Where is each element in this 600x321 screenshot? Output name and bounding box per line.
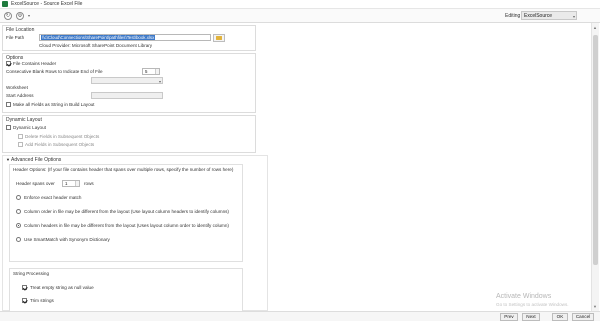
- cloud-provider-text: Cloud Provider: Microsoft SharePoint Doc…: [39, 43, 153, 48]
- make-all-string-label: Make all Fields as String in Build Layou…: [13, 102, 95, 107]
- excel-app-icon: [2, 1, 8, 7]
- prev-button[interactable]: Prev: [500, 313, 518, 321]
- header-options-group: Header Options: (If your file contains h…: [9, 164, 243, 262]
- chevron-down-icon: ▾: [158, 79, 161, 84]
- advanced-options-section: ▼ Advanced File Options Header Options: …: [2, 155, 268, 311]
- browse-folder-button[interactable]: [213, 34, 225, 42]
- add-fields-checkbox[interactable]: [18, 142, 23, 147]
- circle-arrow-icon[interactable]: ↻: [4, 11, 12, 20]
- header-spans-value: 1: [65, 181, 68, 186]
- blank-rows-stepper[interactable]: 5: [142, 68, 160, 75]
- header-options-note: Header Options: (If your file contains h…: [13, 167, 234, 172]
- chevron-down-icon: ▾: [572, 14, 575, 19]
- radio-column-order[interactable]: [16, 209, 21, 214]
- dynamic-layout-checkbox[interactable]: [6, 125, 11, 130]
- radio-label-column-headers: Column headers in file may be different …: [24, 223, 229, 228]
- blank-rows-label: Consecutive Blank Rows to Indicate End o…: [6, 69, 103, 74]
- string-processing-heading: String Processing: [13, 271, 50, 276]
- string-processing-group: String Processing Treat empty string as …: [9, 268, 243, 311]
- editing-select[interactable]: ExcelSource ▾: [521, 11, 577, 20]
- dynamic-layout-heading: Dynamic Layout: [6, 117, 42, 123]
- toolbar: ↻ ⚙ ▾ Editing ExcelSource ▾: [0, 9, 600, 23]
- radio-column-headers[interactable]: [16, 223, 21, 228]
- scroll-up-icon[interactable]: ▲: [593, 25, 597, 30]
- dialog-button-bar: Prev Next OK Cancel: [0, 311, 600, 321]
- file-path-input[interactable]: \\c\Cloud\Connections\SharePoint\pathfil…: [39, 34, 211, 41]
- header-spans-stepper[interactable]: 1: [62, 180, 80, 187]
- advanced-options-heading: Advanced File Options: [11, 157, 62, 163]
- circle-settings-icon[interactable]: ⚙: [16, 11, 24, 20]
- add-fields-label: Add Fields in Subsequent Objects: [25, 142, 95, 147]
- cancel-button[interactable]: Cancel: [572, 313, 594, 321]
- main-panel: File Location File Path \\c\Cloud\Connec…: [0, 23, 600, 311]
- delete-fields-checkbox[interactable]: [18, 134, 23, 139]
- treat-empty-checkbox[interactable]: [22, 285, 27, 290]
- vertical-scrollbar[interactable]: ▲ ▼: [591, 23, 599, 311]
- worksheet-select[interactable]: ▾: [91, 77, 163, 84]
- title-bar: ExcelSource - Source Excel File: [0, 0, 600, 9]
- ok-button[interactable]: OK: [552, 313, 568, 321]
- trim-strings-checkbox[interactable]: [22, 298, 27, 303]
- header-spans-label: Header spans over: [16, 181, 55, 186]
- radio-enforce-exact[interactable]: [16, 195, 21, 200]
- blank-rows-value: 5: [145, 69, 148, 74]
- dynamic-layout-section: Dynamic Layout Dynamic Layout Delete Fie…: [2, 115, 256, 153]
- file-contains-header-checkbox[interactable]: [6, 61, 11, 66]
- radio-smartmatch[interactable]: [16, 237, 21, 242]
- activate-windows-subtitle: Go to Settings to activate Windows.: [496, 302, 569, 307]
- chevron-down-icon[interactable]: ▾: [28, 13, 30, 18]
- options-section: Options File Contains Header Consecutive…: [2, 53, 256, 113]
- file-contains-header-label: File Contains Header: [13, 61, 57, 66]
- activate-windows-title: Activate Windows: [496, 293, 552, 300]
- window-title: ExcelSource - Source Excel File: [11, 1, 83, 7]
- start-address-label: Start Address: [6, 93, 34, 98]
- file-location-heading: File Location: [6, 27, 35, 33]
- file-path-label: File Path: [6, 35, 25, 40]
- file-location-section: File Location File Path \\c\Cloud\Connec…: [2, 25, 256, 51]
- editing-label: Editing: [505, 13, 521, 19]
- next-button[interactable]: Next: [522, 313, 540, 321]
- radio-label-enforce-exact: Enforce exact header match: [24, 195, 82, 200]
- stepper-arrows[interactable]: [155, 69, 159, 74]
- worksheet-label: Worksheet: [6, 85, 28, 90]
- editing-value: ExcelSource: [524, 13, 553, 19]
- trim-strings-label: Trim strings: [30, 298, 54, 303]
- file-path-value: \\c\Cloud\Connections\SharePoint\pathfil…: [41, 35, 156, 40]
- radio-label-column-order: Column order in file may be different fr…: [24, 209, 229, 214]
- radio-label-smartmatch: Use SmartMatch with Synonym Dictionary: [24, 237, 110, 242]
- dynamic-layout-label: Dynamic Layout: [13, 125, 46, 130]
- collapse-arrow-icon[interactable]: ▼: [6, 157, 10, 162]
- rows-label: rows: [84, 181, 94, 186]
- start-address-input[interactable]: [91, 92, 163, 99]
- scroll-down-icon[interactable]: ▼: [593, 304, 597, 309]
- treat-empty-label: Treat empty string as null value: [30, 285, 94, 290]
- scrollbar-thumb[interactable]: [593, 35, 598, 265]
- folder-icon: [216, 36, 222, 40]
- stepper-arrows[interactable]: [75, 181, 79, 186]
- make-all-string-checkbox[interactable]: [6, 102, 11, 107]
- delete-fields-label: Delete Fields in Subsequent Objects: [25, 134, 100, 139]
